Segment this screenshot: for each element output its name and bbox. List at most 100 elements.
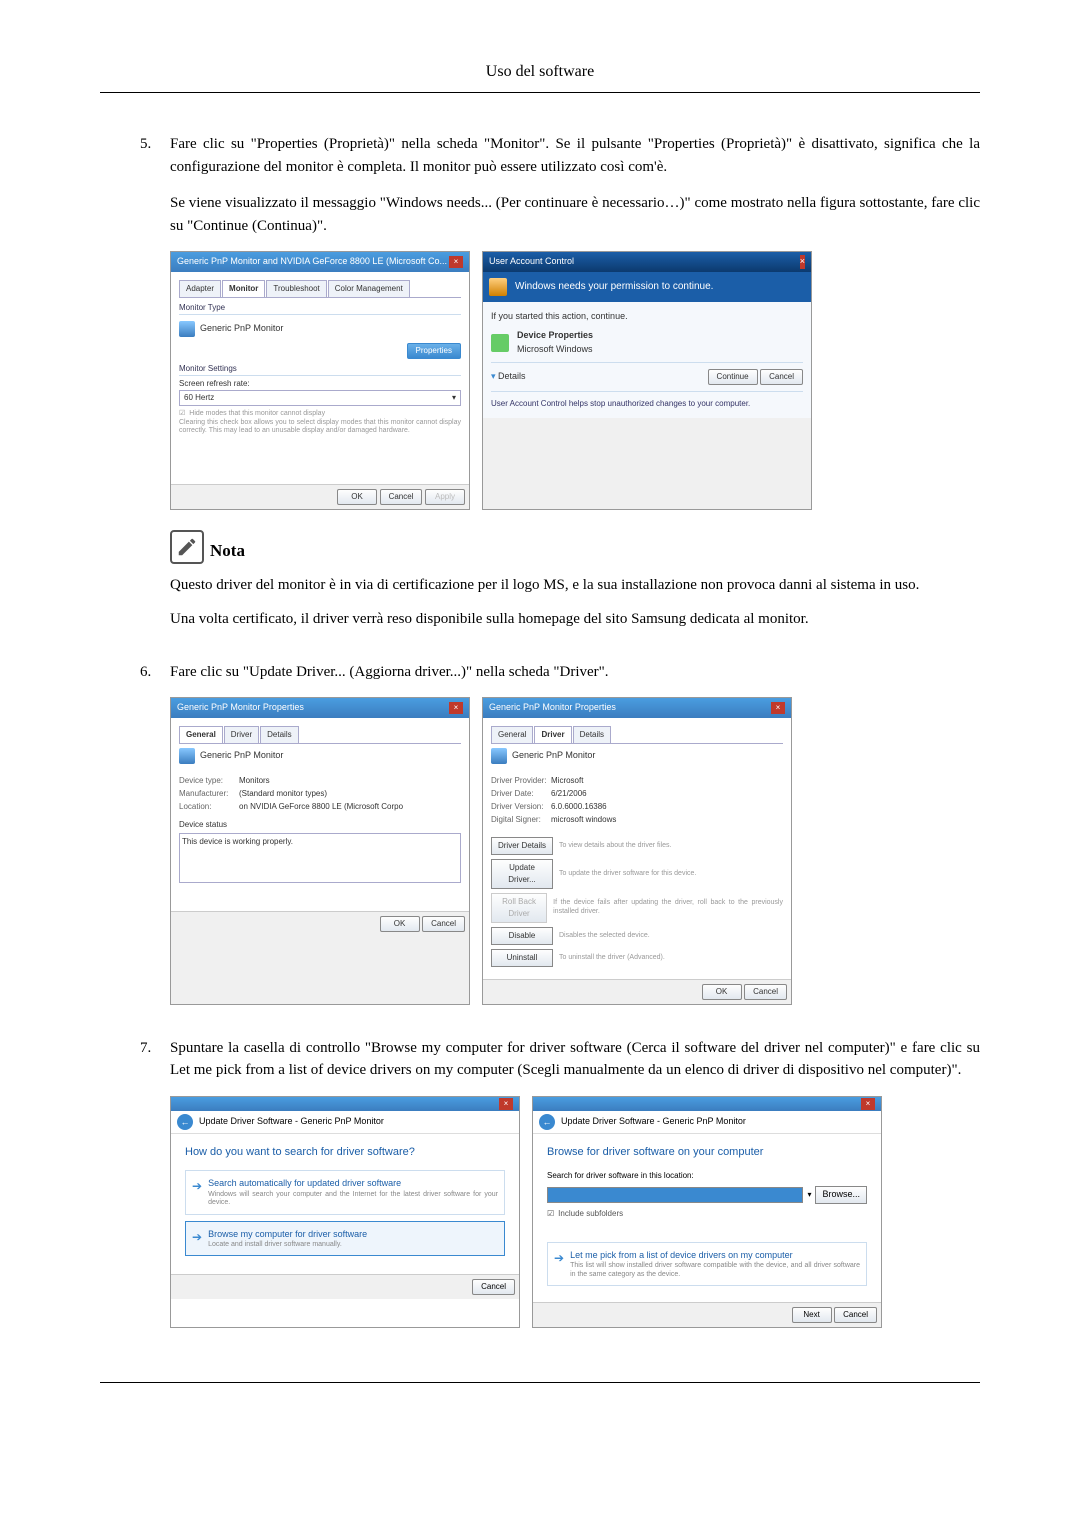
value: microsoft windows	[551, 814, 616, 826]
step7-text: Spuntare la casella di controllo "Browse…	[170, 1037, 980, 1082]
back-icon[interactable]: ←	[539, 1114, 555, 1130]
properties-button[interactable]: Properties	[407, 343, 461, 359]
step-5: 5. Fare clic su "Properties (Proprietà)"…	[140, 133, 980, 643]
note-p1: Questo driver del monitor è in via di ce…	[170, 574, 980, 597]
label: Driver Provider:	[491, 775, 551, 787]
uac-started-text: If you started this action, continue.	[491, 310, 803, 324]
tab-driver[interactable]: Driver	[534, 726, 571, 743]
desc: To view details about the driver files.	[559, 842, 671, 850]
monitor-settings-header: Monitor Settings	[179, 363, 461, 376]
tab-details[interactable]: Details	[573, 726, 611, 743]
cancel-button[interactable]: Cancel	[834, 1307, 877, 1323]
close-icon[interactable]: ×	[771, 702, 785, 714]
close-icon[interactable]: ×	[449, 256, 463, 268]
monitor-name: Generic PnP Monitor	[200, 749, 283, 763]
step5-p1: Fare clic su "Properties (Proprietà)" ne…	[170, 133, 980, 178]
tab-troubleshoot[interactable]: Troubleshoot	[266, 280, 326, 297]
hide-modes-checkbox[interactable]: ☑	[179, 409, 185, 420]
close-icon[interactable]: ×	[861, 1098, 875, 1110]
ok-button[interactable]: OK	[702, 984, 742, 1000]
wizard-crumb: Update Driver Software - Generic PnP Mon…	[561, 1115, 746, 1129]
tab-adapter[interactable]: Adapter	[179, 280, 221, 297]
note-block: Nota	[170, 530, 980, 564]
tab-color-management[interactable]: Color Management	[328, 280, 410, 297]
tab-general[interactable]: General	[179, 726, 223, 743]
hide-modes-desc: Clearing this check box allows you to se…	[179, 419, 461, 436]
wizard-crumb: Update Driver Software - Generic PnP Mon…	[199, 1115, 384, 1129]
option-title: Search automatically for updated driver …	[208, 1177, 498, 1191]
update-driver-button[interactable]: Update Driver...	[491, 859, 553, 889]
next-button[interactable]: Next	[792, 1307, 832, 1323]
update-driver-wizard-1: × ← Update Driver Software - Generic PnP…	[170, 1096, 520, 1328]
tab-driver[interactable]: Driver	[224, 726, 259, 743]
tab-monitor[interactable]: Monitor	[222, 280, 265, 297]
chevron-down-icon: ▾	[452, 392, 456, 404]
back-icon[interactable]: ←	[177, 1114, 193, 1130]
step-number: 5.	[140, 133, 170, 643]
label: Driver Date:	[491, 788, 551, 800]
value: Monitors	[239, 775, 270, 787]
desc: To update the driver software for this d…	[559, 870, 696, 878]
label: Driver Version:	[491, 801, 551, 813]
refresh-rate-value: 60 Hertz	[184, 392, 214, 404]
option-browse-computer[interactable]: ➔ Browse my computer for driver software…	[185, 1221, 505, 1257]
option-title: Let me pick from a list of device driver…	[570, 1249, 860, 1263]
header-rule	[100, 92, 980, 93]
option-title: Browse my computer for driver software	[208, 1228, 367, 1242]
label: Device type:	[179, 775, 239, 787]
refresh-rate-dropdown[interactable]: 60 Hertz ▾	[179, 390, 461, 406]
close-icon[interactable]: ×	[449, 702, 463, 714]
monitor-icon	[491, 748, 507, 764]
include-label: Include subfolders	[558, 1208, 623, 1220]
option-search-auto[interactable]: ➔ Search automatically for updated drive…	[185, 1170, 505, 1214]
roll-back-button[interactable]: Roll Back Driver	[491, 893, 547, 923]
cancel-button[interactable]: Cancel	[380, 489, 423, 505]
path-input[interactable]	[547, 1187, 803, 1203]
label: Manufacturer:	[179, 788, 239, 800]
cancel-button[interactable]: Cancel	[472, 1279, 515, 1295]
value: Microsoft	[551, 775, 583, 787]
step-6: 6. Fare clic su "Update Driver... (Aggio…	[140, 661, 980, 1019]
value: 6/21/2006	[551, 788, 587, 800]
footer-rule	[100, 1382, 980, 1383]
details-button[interactable]: Details	[498, 371, 526, 381]
close-icon[interactable]: ×	[499, 1098, 513, 1110]
disable-button[interactable]: Disable	[491, 927, 553, 945]
option-subtitle: This list will show installed driver sof…	[570, 1262, 860, 1279]
value: on NVIDIA GeForce 8800 LE (Microsoft Cor…	[239, 801, 403, 813]
cancel-button[interactable]: Cancel	[744, 984, 787, 1000]
wizard-question: Browse for driver software on your compu…	[547, 1144, 867, 1161]
uac-footer-text: User Account Control helps stop unauthor…	[491, 398, 803, 410]
ok-button[interactable]: OK	[337, 489, 377, 505]
cancel-button[interactable]: Cancel	[760, 369, 803, 385]
arrow-icon: ➔	[192, 1228, 202, 1250]
ok-button[interactable]: OK	[380, 916, 420, 932]
note-p2: Una volta certificato, il driver verrà r…	[170, 608, 980, 631]
uac-program-name: Device Properties	[517, 329, 593, 343]
cancel-button[interactable]: Cancel	[422, 916, 465, 932]
browse-button[interactable]: Browse...	[815, 1186, 867, 1204]
page-title: Uso del software	[100, 60, 980, 84]
driver-props-driver: Generic PnP Monitor Properties × General…	[482, 697, 792, 1005]
include-subfolders-checkbox[interactable]: ☑	[547, 1208, 554, 1220]
uac-title-text: User Account Control	[489, 255, 574, 269]
step-number: 7.	[140, 1037, 170, 1342]
monitor-name: Generic PnP Monitor	[200, 322, 283, 336]
update-driver-wizard-2: × ← Update Driver Software - Generic PnP…	[532, 1096, 882, 1328]
continue-button[interactable]: Continue	[708, 369, 758, 385]
driver-details-button[interactable]: Driver Details	[491, 837, 553, 855]
option-let-me-pick[interactable]: ➔ Let me pick from a list of device driv…	[547, 1242, 867, 1286]
device-status-header: Device status	[179, 819, 461, 831]
uninstall-button[interactable]: Uninstall	[491, 949, 553, 967]
dialog-title: Generic PnP Monitor Properties	[177, 701, 304, 715]
step5-p2: Se viene visualizzato il messaggio "Wind…	[170, 192, 980, 237]
apply-button[interactable]: Apply	[425, 489, 465, 505]
refresh-label: Screen refresh rate:	[179, 378, 461, 390]
tab-general[interactable]: General	[491, 726, 533, 743]
option-subtitle: Windows will search your computer and th…	[208, 1191, 498, 1208]
step6-text: Fare clic su "Update Driver... (Aggiorna…	[170, 661, 980, 684]
option-subtitle: Locate and install driver software manua…	[208, 1241, 367, 1249]
close-icon[interactable]: ×	[800, 255, 805, 269]
step-7: 7. Spuntare la casella di controllo "Bro…	[140, 1037, 980, 1342]
tab-details[interactable]: Details	[260, 726, 298, 743]
